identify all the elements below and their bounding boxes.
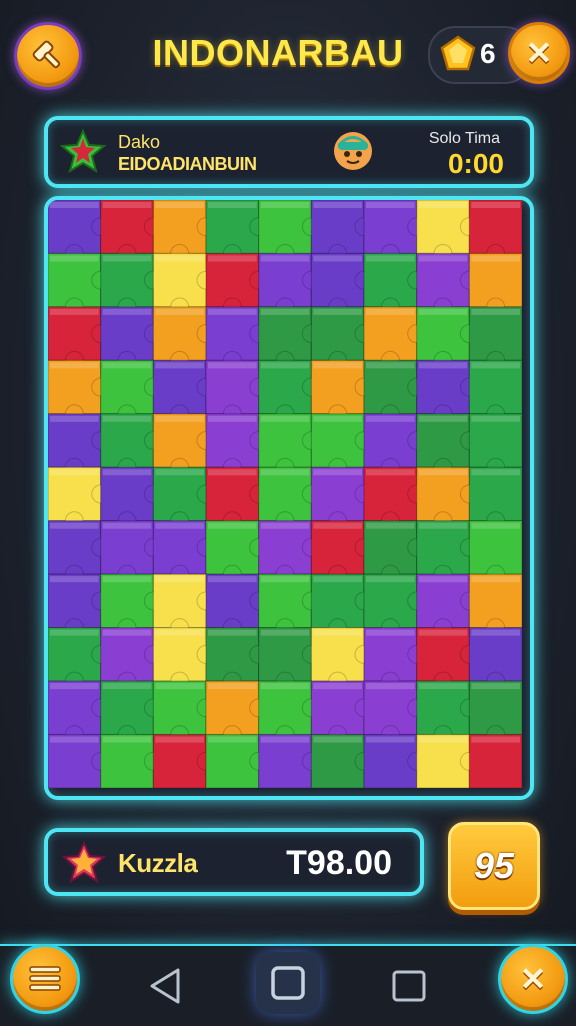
green-star-icon [60,128,106,174]
recent-apps-icon[interactable] [390,966,430,1006]
player-subtitle: EIDOADIANBUIN [118,154,257,174]
gem-count: 6 [480,38,496,69]
timer-label: Solo Tima [428,130,500,147]
gem-icon [440,35,476,71]
triangle-back-icon[interactable] [146,966,186,1006]
score-value: T98.00 [286,844,392,882]
game-title: INDONARBAU [152,32,404,73]
score-panel: Kuzzla T98.00 [44,828,424,896]
puzzle-board[interactable] [44,196,534,800]
hint-button[interactable]: 95 [448,822,540,910]
player-name: Dako [118,132,161,152]
hammer-icon [32,40,61,69]
home-button[interactable] [256,952,320,1014]
list-icon [29,966,61,991]
player-info-panel: Dako EIDOADIANBUIN Solo Tima 0:00 [44,116,534,188]
timer-value: 0:00 [447,148,504,179]
puzzle-piece[interactable] [468,733,522,788]
player-avatar [334,132,372,170]
score-label: Kuzzla [118,848,198,878]
close-icon: ✕ [525,35,553,71]
close-button-bottom[interactable]: ✕ [498,944,568,1014]
square-home-icon [271,966,305,1000]
tools-button[interactable] [14,22,82,90]
close-button-top[interactable]: ✕ [508,22,570,84]
menu-button[interactable] [10,944,80,1014]
puzzle-grid[interactable] [48,200,522,788]
close-icon: ✕ [519,961,547,997]
star-badge-icon [62,840,106,884]
